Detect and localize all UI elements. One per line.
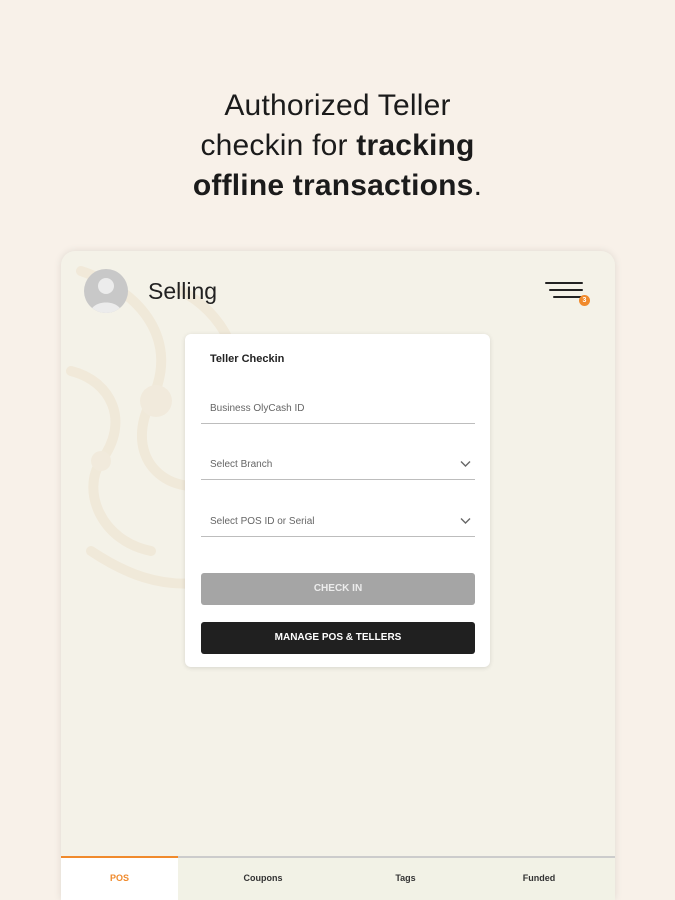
app-header: Selling 3 — [61, 251, 615, 331]
app-title: Selling — [148, 278, 218, 304]
headline-line-2: checkin for tracking — [0, 126, 675, 166]
headline-line-2-regular: checkin for — [200, 129, 357, 162]
business-id-placeholder: Business OlyCash ID — [210, 403, 305, 414]
card-title: Teller Checkin — [210, 353, 285, 365]
tab-tags[interactable]: Tags — [348, 858, 463, 900]
chevron-down-icon — [460, 461, 471, 467]
device-screen: Selling 3 Teller Checkin Business OlyCas… — [61, 251, 615, 900]
chevron-down-icon — [460, 518, 471, 524]
teller-checkin-card: Teller Checkin Business OlyCash ID Selec… — [185, 334, 490, 667]
business-id-field[interactable]: Business OlyCash ID — [201, 393, 475, 424]
promo-headline: Authorized Teller checkin for tracking o… — [0, 86, 675, 206]
headline-line-3: offline transactions. — [0, 166, 675, 206]
check-in-button[interactable]: CHECK IN — [201, 573, 475, 605]
tab-funded[interactable]: Funded — [463, 858, 615, 900]
branch-placeholder: Select Branch — [210, 459, 273, 470]
manage-pos-tellers-button[interactable]: MANAGE POS & TELLERS — [201, 622, 475, 654]
pos-select[interactable]: Select POS ID or Serial — [201, 506, 475, 537]
notification-badge: 3 — [579, 295, 590, 306]
menu-icon-bar — [549, 289, 583, 291]
pos-placeholder: Select POS ID or Serial — [210, 516, 315, 527]
tab-coupons[interactable]: Coupons — [178, 858, 348, 900]
headline-line-3-bold: offline transactions — [192, 169, 474, 202]
branch-select[interactable]: Select Branch — [201, 449, 475, 480]
bottom-tab-bar: POS Coupons Tags Funded — [61, 856, 615, 900]
headline-line-2-bold: tracking — [356, 129, 475, 162]
tab-pos[interactable]: POS — [61, 856, 178, 900]
headline-line-1: Authorized Teller — [224, 89, 451, 122]
menu-button[interactable]: 3 — [545, 279, 593, 309]
avatar[interactable] — [84, 269, 128, 313]
menu-icon-bar — [545, 282, 583, 284]
user-silhouette-icon — [90, 278, 122, 313]
headline-line-3-end: . — [473, 169, 483, 202]
